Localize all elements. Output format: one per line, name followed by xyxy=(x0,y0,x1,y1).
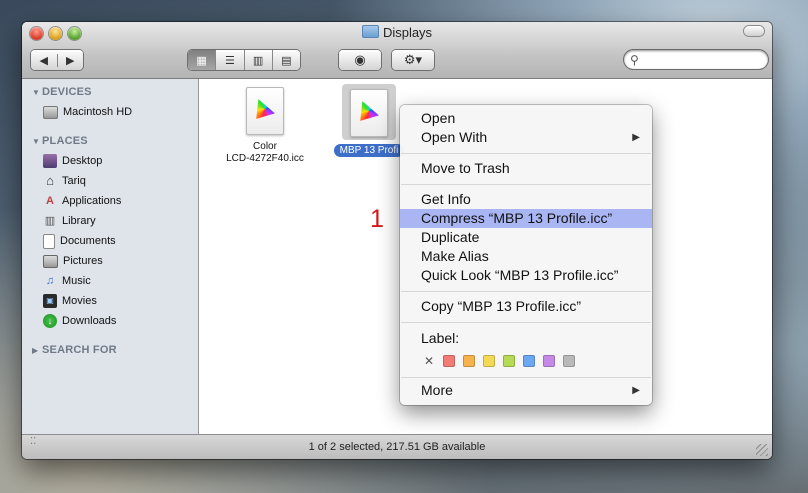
sidebar-item-desktop[interactable]: Desktop xyxy=(22,151,198,171)
eye-icon: ◉ xyxy=(354,52,366,67)
context-menu: Open Open With ▶ Move to Trash Get Info C… xyxy=(400,105,652,405)
window-title-area: Displays xyxy=(22,25,772,40)
file-name-selected: MBP 13 Profi xyxy=(333,144,405,157)
pictures-icon xyxy=(43,254,58,268)
label-yellow-swatch[interactable] xyxy=(483,355,496,367)
menu-item-compress[interactable]: Compress “MBP 13 Profile.icc” xyxy=(400,209,652,228)
selection-highlight xyxy=(342,84,396,140)
search-icon: ⚲ xyxy=(630,52,639,67)
label-color-row: ✕ xyxy=(424,354,583,368)
file-item[interactable]: Color LCD-4272F40.icc xyxy=(215,87,315,165)
menu-item-duplicate[interactable]: Duplicate xyxy=(400,228,652,247)
sidebar-item-downloads[interactable]: ↓ Downloads xyxy=(22,311,198,331)
sidebar-item-pictures[interactable]: Pictures xyxy=(22,251,198,271)
column-view-button[interactable]: ▥ xyxy=(243,50,272,70)
clear-label-icon[interactable]: ✕ xyxy=(424,354,434,368)
menu-item-open[interactable]: Open xyxy=(400,109,652,128)
sidebar-item-tariq[interactable]: ⌂ Tariq xyxy=(22,171,198,191)
music-icon: ♫ xyxy=(45,275,55,287)
back-forward-control: ◀ ▶ xyxy=(31,50,83,70)
sidebar-item-library[interactable]: ▥ Library xyxy=(22,211,198,231)
action-menu-button[interactable]: ⚙▾ xyxy=(392,50,434,70)
submenu-arrow-icon: ▶ xyxy=(632,385,640,396)
menu-item-copy[interactable]: Copy “MBP 13 Profile.icc” xyxy=(400,297,652,316)
menu-item-more[interactable]: More ▶ xyxy=(400,381,652,400)
icon-view-button[interactable]: ▦ xyxy=(188,50,216,70)
disclosure-triangle-icon[interactable]: ▼ xyxy=(32,83,42,103)
title-bar: Displays ◀ ▶ ▦ ☰ ▥ ▤ ◉ ⚙▾ ⚲ xyxy=(22,22,772,79)
movies-icon: ▣ xyxy=(43,294,57,308)
gear-icon: ⚙▾ xyxy=(403,52,423,67)
sidebar: ▼ DEVICES Macintosh HD ▼ PLACES Desktop ⌂ T… xyxy=(22,79,199,435)
menu-item-move-to-trash[interactable]: Move to Trash xyxy=(400,159,652,178)
forward-button[interactable]: ▶ xyxy=(56,53,84,67)
back-button[interactable]: ◀ xyxy=(31,54,57,67)
hard-drive-icon xyxy=(43,105,58,119)
label-red-swatch[interactable] xyxy=(443,355,456,367)
menu-item-label-header: Label: xyxy=(421,330,460,346)
file-item-selected[interactable]: MBP 13 Profi xyxy=(329,84,409,158)
label-purple-swatch[interactable] xyxy=(543,355,556,367)
resize-handle-icon[interactable] xyxy=(756,444,768,456)
sidebar-item-macintosh-hd[interactable]: Macintosh HD xyxy=(22,102,198,122)
disclosure-triangle-icon[interactable]: ▶ xyxy=(32,341,42,361)
sidebar-item-music[interactable]: ♫ Music xyxy=(22,271,198,291)
list-view-button[interactable]: ☰ xyxy=(215,50,243,70)
search-input[interactable]: ⚲ xyxy=(624,50,768,69)
menu-separator xyxy=(401,377,651,378)
label-gray-swatch[interactable] xyxy=(563,355,576,367)
menu-separator xyxy=(401,291,651,292)
toolbar-toggle-button[interactable] xyxy=(744,26,764,36)
menu-item-get-info[interactable]: Get Info xyxy=(400,190,652,209)
documents-icon xyxy=(43,233,55,249)
annotation-number: 1 xyxy=(370,205,384,233)
submenu-arrow-icon: ▶ xyxy=(632,132,640,143)
coverflow-view-button[interactable]: ▤ xyxy=(271,50,300,70)
sidebar-section-devices[interactable]: ▼ DEVICES xyxy=(22,82,198,102)
file-name: Color LCD-4272F40.icc xyxy=(226,141,304,164)
library-icon: ▥ xyxy=(44,215,56,227)
status-text: 1 of 2 selected, 217.51 GB available xyxy=(308,441,486,453)
finder-window: Displays ◀ ▶ ▦ ☰ ▥ ▤ ◉ ⚙▾ ⚲ ▼ DEVICES Mac… xyxy=(22,22,772,459)
color-profile-file-icon xyxy=(350,89,388,137)
applications-icon: A xyxy=(46,195,54,207)
sidebar-item-movies[interactable]: ▣ Movies xyxy=(22,291,198,311)
menu-separator xyxy=(401,153,651,154)
downloads-icon: ↓ xyxy=(43,314,57,328)
desktop-icon xyxy=(43,154,57,168)
window-title: Displays xyxy=(382,25,433,40)
color-profile-file-icon xyxy=(246,87,284,135)
sidebar-item-documents[interactable]: Documents xyxy=(22,231,198,251)
folder-icon xyxy=(361,25,379,38)
sidebar-item-applications[interactable]: A Applications xyxy=(22,191,198,211)
status-bar: ⁚⁚ 1 of 2 selected, 217.51 GB available xyxy=(22,434,772,459)
quick-look-button[interactable]: ◉ xyxy=(339,50,381,70)
sidebar-section-search-for[interactable]: ▶ SEARCH FOR xyxy=(22,340,198,360)
menu-separator xyxy=(401,184,651,185)
menu-item-quick-look[interactable]: Quick Look “MBP 13 Profile.icc” xyxy=(400,266,652,285)
disclosure-triangle-icon[interactable]: ▼ xyxy=(32,132,42,152)
menu-item-open-with[interactable]: Open With ▶ xyxy=(400,128,652,147)
label-blue-swatch[interactable] xyxy=(523,355,536,367)
home-icon: ⌂ xyxy=(46,173,54,188)
sidebar-section-places[interactable]: ▼ PLACES xyxy=(22,131,198,151)
label-green-swatch[interactable] xyxy=(503,355,516,367)
sidebar-grip-icon[interactable]: ⁚⁚ xyxy=(30,430,36,454)
label-orange-swatch[interactable] xyxy=(463,355,476,367)
view-mode-control: ▦ ☰ ▥ ▤ xyxy=(188,50,300,70)
menu-item-make-alias[interactable]: Make Alias xyxy=(400,247,652,266)
menu-separator xyxy=(401,322,651,323)
